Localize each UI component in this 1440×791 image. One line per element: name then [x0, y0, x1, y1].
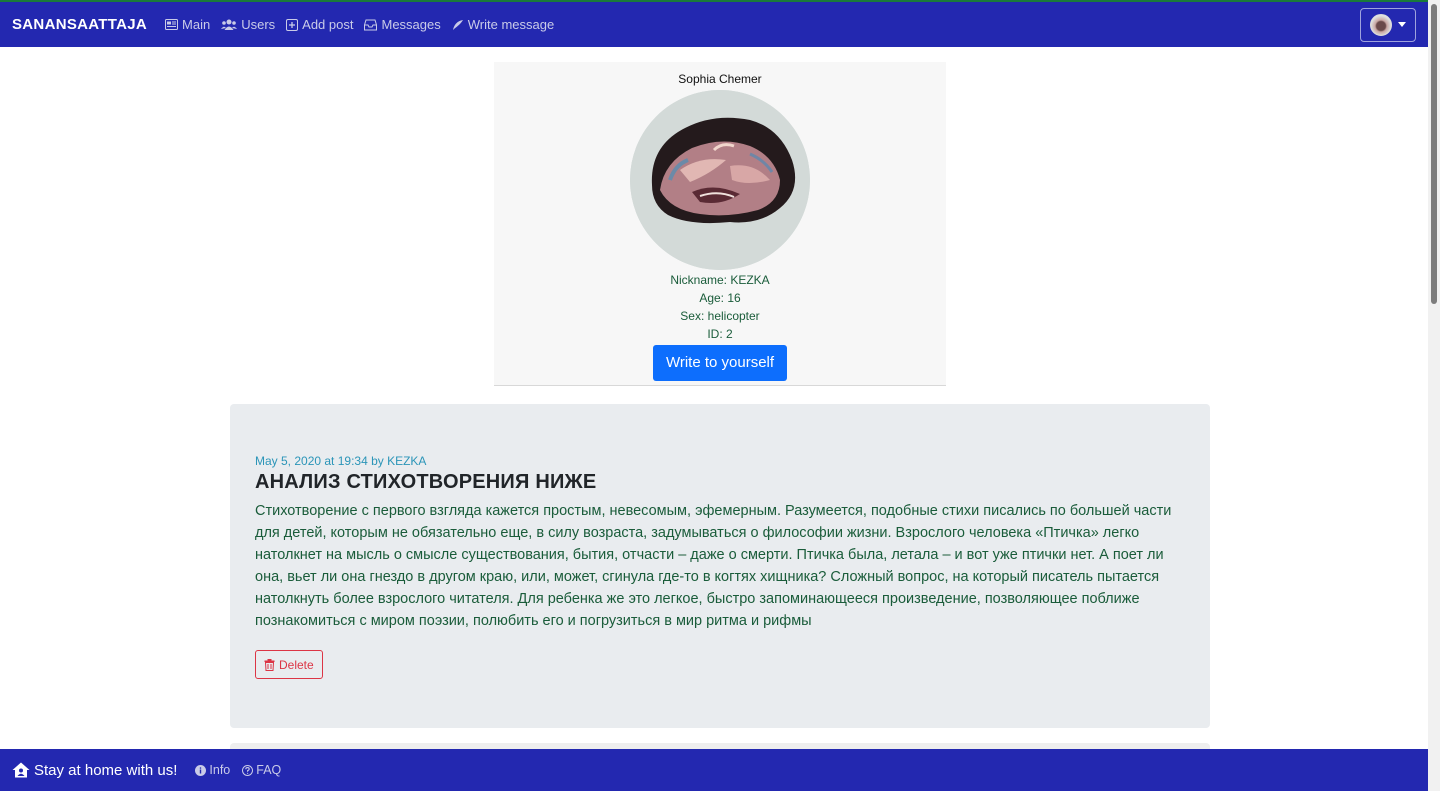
nav-messages[interactable]: Messages: [364, 17, 441, 32]
profile-id: ID: 2: [707, 327, 733, 341]
delete-label: Delete: [279, 657, 314, 672]
user-dropdown-toggle[interactable]: [1360, 7, 1416, 42]
nav-write-message[interactable]: Write message: [452, 17, 554, 32]
users-icon: [221, 19, 238, 30]
chevron-down-icon: [1398, 22, 1406, 27]
footer-info-link[interactable]: Info: [195, 763, 230, 777]
nav-users-label: Users: [241, 17, 276, 32]
profile-nickname: Nickname: KEZKA: [670, 273, 770, 287]
profile-sex: Sex: helicopter: [680, 309, 760, 323]
feather-icon: [452, 19, 463, 30]
page-scrollbar[interactable]: [1428, 0, 1440, 791]
nav-add-post[interactable]: Add post: [286, 17, 353, 32]
brand-logo[interactable]: SANANSAATTAJA: [12, 16, 147, 33]
profile-photo: [630, 90, 810, 270]
trash-icon: [264, 658, 275, 671]
post-card: May 5, 2020 at 19:34 by KEZKA АНАЛИЗ СТИ…: [230, 404, 1210, 728]
user-menu: [1360, 7, 1416, 42]
profile-age: Age: 16: [699, 291, 741, 305]
footer-bar: Stay at home with us! Info FAQ: [0, 749, 1428, 791]
nav-main[interactable]: Main: [165, 17, 210, 32]
footer-brand-label: Stay at home with us!: [34, 761, 178, 779]
scrollbar-thumb[interactable]: [1431, 4, 1437, 304]
footer-info-label: Info: [209, 763, 231, 777]
profile-name: Sophia Chemer: [678, 72, 762, 86]
nav-users[interactable]: Users: [221, 17, 275, 32]
footer-faq-label: FAQ: [256, 763, 282, 777]
newspaper-icon: [165, 19, 179, 30]
post-meta: May 5, 2020 at 19:34 by KEZKA: [255, 454, 427, 468]
avatar: [1370, 13, 1392, 36]
post-body: Стихотворение с первого взгляда кажется …: [255, 503, 1172, 629]
write-to-yourself-button[interactable]: Write to yourself: [652, 345, 788, 381]
house-user-icon: [12, 762, 30, 778]
nav-main-label: Main: [182, 17, 211, 32]
plus-square-icon: [286, 18, 299, 31]
question-circle-icon: [242, 764, 254, 776]
nav-add-post-label: Add post: [302, 17, 354, 32]
inbox-icon: [364, 19, 378, 30]
profile-info: Nickname: KEZKA Age: 16 Sex: helicopter …: [494, 271, 946, 343]
nav-messages-label: Messages: [381, 17, 441, 32]
profile-card: Sophia Chemer Nickname: KEZKA Age: 16 Se…: [494, 62, 946, 386]
post-title: АНАЛИЗ СТИХОТВОРЕНИЯ НИЖЕ: [255, 471, 597, 493]
info-circle-icon: [195, 764, 207, 776]
delete-post-button[interactable]: Delete: [255, 650, 323, 679]
top-navbar: SANANSAATTAJA Main Users Add post Messag…: [0, 0, 1428, 47]
footer-faq-link[interactable]: FAQ: [242, 763, 281, 777]
footer-brand[interactable]: Stay at home with us!: [12, 762, 177, 779]
nav-write-message-label: Write message: [467, 17, 555, 32]
